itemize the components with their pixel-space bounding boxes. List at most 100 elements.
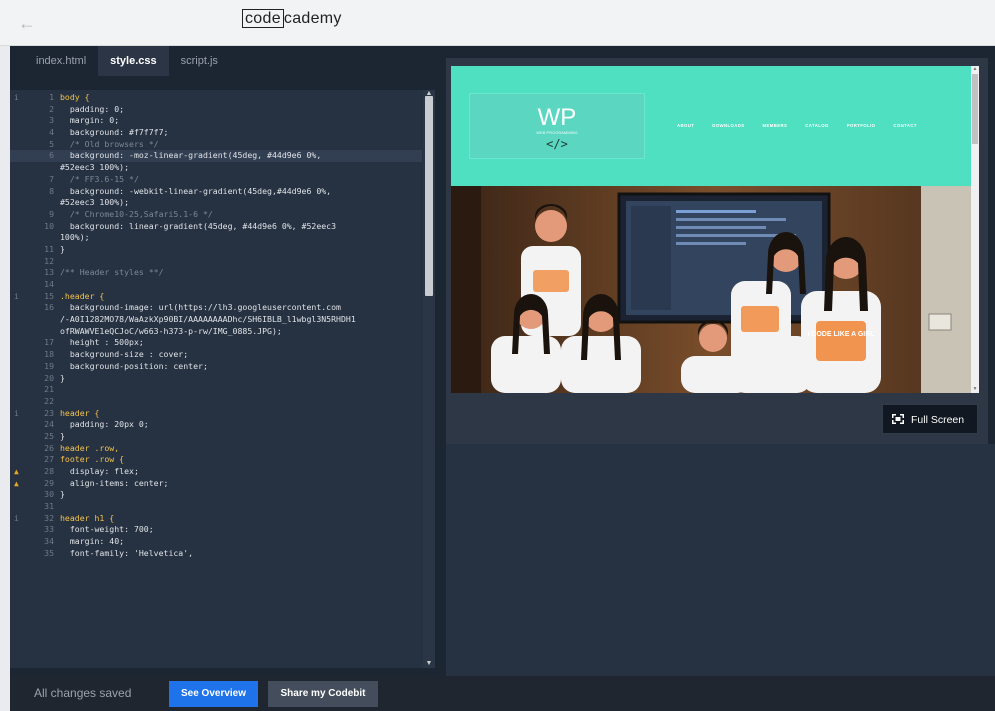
- warning-icon[interactable]: ▲: [14, 478, 19, 490]
- code-editor[interactable]: i 1 body {2 padding: 0; 3 margin: 0; 4 backg…: [10, 90, 435, 668]
- code-line[interactable]: 25}: [10, 431, 422, 443]
- code-line[interactable]: ofRWAWVE1eQCJoC/w663-h373-p-rw/IMG_0885.…: [10, 326, 422, 338]
- line-number: 2: [49, 103, 54, 114]
- line-number: 27: [44, 454, 54, 465]
- code-line[interactable]: 9 /* Chrome10-25,Safari5.1-6 */: [10, 209, 422, 221]
- share-codebit-button[interactable]: Share my Codebit: [268, 681, 378, 707]
- code-line[interactable]: 35 font-family: 'Helvetica',: [10, 548, 422, 560]
- code-line[interactable]: #52eec3 100%);: [10, 197, 422, 209]
- code-line[interactable]: 3 margin: 0;: [10, 115, 422, 127]
- nav-item-portfolio[interactable]: PORTFOLIO: [847, 123, 876, 128]
- code-line[interactable]: 19 background-position: center;: [10, 361, 422, 373]
- code-text: font-family: 'Helvetica',: [60, 547, 194, 558]
- code-line[interactable]: 27 footer .row {: [10, 454, 422, 466]
- code-text: align-items: center;: [60, 477, 169, 488]
- line-number: 8: [49, 185, 54, 196]
- code-line[interactable]: 7 /* FF3.6-15 */: [10, 174, 422, 186]
- code-text: background-size : cover;: [60, 349, 189, 360]
- preview-scrollbar[interactable]: ▲ ▼: [971, 66, 979, 393]
- nav-item-members[interactable]: MEMBERS: [763, 123, 788, 128]
- code-text: font-weight: 700;: [60, 524, 154, 535]
- line-number: 12: [44, 255, 54, 266]
- editor-scroll-thumb[interactable]: [425, 96, 433, 296]
- code-line[interactable]: /-A0I1282MO78/WaAzkXp90BI/AAAAAAAADhc/SH…: [10, 314, 422, 326]
- line-number: 32: [44, 512, 54, 523]
- code-text: /* Old browsers */: [60, 138, 159, 149]
- nav-item-about[interactable]: ABOUT: [677, 123, 694, 128]
- preview-scroll-thumb[interactable]: [972, 74, 978, 144]
- site-logo-box: WP WEB PROGRAMMING </>: [469, 93, 645, 159]
- code-line[interactable]: 34 margin: 40;: [10, 536, 422, 548]
- code-text: }: [60, 372, 65, 383]
- nav-item-catalog[interactable]: CATALOG: [805, 123, 828, 128]
- code-line[interactable]: ▲ 28 display: flex;: [10, 466, 422, 478]
- back-arrow-icon[interactable]: ←: [18, 13, 40, 33]
- code-line[interactable]: 8 background: -webkit-linear-gradient(45…: [10, 186, 422, 198]
- tab-index-html[interactable]: index.html: [24, 46, 98, 76]
- code-line[interactable]: 6 background: -moz-linear-gradient(45deg…: [10, 150, 422, 163]
- code-line[interactable]: 26 header .row,: [10, 443, 422, 455]
- tshirt-print-text: I CODE LIKE A GIRL: [807, 331, 875, 338]
- nav-item-contact[interactable]: CONTACT: [893, 123, 917, 128]
- code-text: }: [60, 430, 65, 441]
- code-line[interactable]: 5 /* Old browsers */: [10, 139, 422, 151]
- code-line[interactable]: 30}: [10, 489, 422, 501]
- code-line[interactable]: 20}: [10, 373, 422, 385]
- see-overview-button[interactable]: See Overview: [169, 681, 258, 707]
- code-line[interactable]: 21: [10, 384, 422, 396]
- info-marker-icon: i: [14, 92, 19, 102]
- line-number: 20: [44, 372, 54, 383]
- code-text: background: #f7f7f7;: [60, 127, 169, 138]
- editor-scrollbar[interactable]: ▲ ▼: [423, 90, 435, 668]
- tab-script-js[interactable]: script.js: [169, 46, 230, 76]
- code-line[interactable]: 24 padding: 20px 0;: [10, 419, 422, 431]
- code-line[interactable]: ▲ 29 align-items: center;: [10, 478, 422, 490]
- hero-photo: I CODE LIKE A GIRL: [451, 186, 979, 393]
- line-number: 19: [44, 360, 54, 371]
- code-line[interactable]: 14: [10, 279, 422, 291]
- code-text: padding: 20px 0;: [60, 419, 149, 430]
- code-line[interactable]: 100%);: [10, 232, 422, 244]
- code-line[interactable]: 4 background: #f7f7f7;: [10, 127, 422, 139]
- site-logo-subtitle: WEB PROGRAMMING: [536, 130, 578, 135]
- line-number: 3: [49, 115, 54, 126]
- warning-icon[interactable]: ▲: [14, 466, 19, 478]
- scroll-down-icon[interactable]: ▼: [424, 660, 434, 668]
- preview-frame[interactable]: WP WEB PROGRAMMING </> ABOUT DOWNLOADS M…: [451, 66, 979, 393]
- line-number: 33: [44, 524, 54, 535]
- code-line[interactable]: 33 font-weight: 700;: [10, 524, 422, 536]
- preview-scroll-down-icon[interactable]: ▼: [971, 386, 979, 393]
- code-line[interactable]: 10 background: linear-gradient(45deg, #4…: [10, 221, 422, 233]
- tab-style-css[interactable]: style.css: [98, 46, 169, 76]
- code-line[interactable]: 22: [10, 396, 422, 408]
- code-line[interactable]: 17 height : 500px;: [10, 337, 422, 349]
- line-number: 11: [44, 243, 54, 254]
- code-line[interactable]: 31: [10, 501, 422, 513]
- code-line[interactable]: 18 background-size : cover;: [10, 349, 422, 361]
- logo-cademy-part: cademy: [283, 10, 342, 27]
- line-number: 25: [44, 430, 54, 441]
- nav-item-downloads[interactable]: DOWNLOADS: [712, 123, 744, 128]
- code-line[interactable]: 11}: [10, 244, 422, 256]
- preview-empty-area: [446, 444, 995, 676]
- code-line[interactable]: #52eec3 100%);: [10, 162, 422, 174]
- full-screen-button[interactable]: Full Screen: [882, 404, 978, 434]
- code-content[interactable]: i 1 body {2 padding: 0; 3 margin: 0; 4 backg…: [10, 92, 422, 560]
- code-line[interactable]: 2 padding: 0;: [10, 104, 422, 116]
- site-header: WP WEB PROGRAMMING </> ABOUT DOWNLOADS M…: [451, 66, 979, 186]
- codecademy-logo: code cademy: [242, 9, 342, 28]
- top-bar: ← code cademy: [0, 0, 995, 46]
- code-text: footer .row {: [60, 454, 125, 465]
- code-line[interactable]: i 32 header h1 {: [10, 513, 422, 525]
- code-line[interactable]: i 1 body {: [10, 92, 422, 104]
- preview-scroll-up-icon[interactable]: ▲: [971, 66, 979, 73]
- code-line[interactable]: 13 /** Header styles **/: [10, 267, 422, 279]
- code-line[interactable]: i 15 .header {: [10, 291, 422, 303]
- code-line[interactable]: 16 background-image: url(https://lh3.goo…: [10, 302, 422, 314]
- code-text: background-image: url(https://lh3.google…: [60, 302, 341, 313]
- line-number: 9: [49, 208, 54, 219]
- info-marker-icon: i: [14, 512, 19, 523]
- code-line[interactable]: 12: [10, 256, 422, 268]
- info-marker-icon: i: [14, 407, 19, 418]
- code-line[interactable]: i 23 header {: [10, 408, 422, 420]
